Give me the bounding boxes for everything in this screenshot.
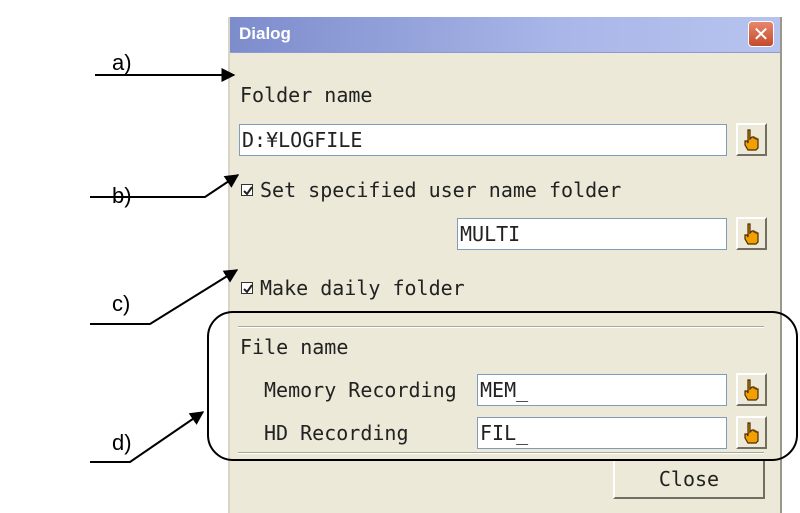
user-folder-field[interactable]: MULTI (457, 218, 727, 250)
annotation-b: b) (112, 183, 132, 208)
memory-recording-browse-button[interactable] (736, 373, 767, 406)
folder-name-label: Folder name (240, 83, 373, 107)
arrow-d (90, 411, 205, 463)
file-name-separator-top (238, 326, 764, 328)
hd-recording-label: HD Recording (264, 421, 409, 445)
folder-name-field[interactable]: D:¥LOGFILE (239, 124, 727, 156)
file-name-separator-bottom (238, 452, 764, 454)
daily-folder-checkbox[interactable] (241, 282, 253, 294)
user-folder-label: Set specified user name folder (260, 178, 622, 202)
hand-pointer-icon (744, 379, 759, 401)
memory-recording-label: Memory Recording (264, 378, 457, 402)
checkmark-icon (243, 284, 253, 294)
annotation-d: d) (112, 430, 132, 455)
user-folder-browse-button[interactable] (736, 217, 767, 250)
hand-pointer-icon (744, 129, 759, 151)
annotation-c: c) (112, 291, 131, 316)
user-folder-checkbox[interactable] (241, 184, 253, 196)
dialog-title: Dialog (239, 24, 291, 43)
checkmark-icon (243, 186, 253, 196)
hand-pointer-icon (744, 223, 759, 245)
close-window-button[interactable]: ✕ (748, 21, 774, 47)
title-bar: Dialog ✕ (230, 17, 780, 53)
dialog-window: Dialog ✕ Folder name D:¥LOGFILE Set spec… (228, 17, 782, 513)
hd-recording-browse-button[interactable] (736, 416, 767, 449)
annotation-a: a) (112, 50, 132, 75)
daily-folder-label: Make daily folder (260, 276, 465, 300)
close-button[interactable]: Close (613, 459, 765, 499)
folder-name-browse-button[interactable] (736, 123, 767, 156)
hd-recording-field[interactable]: FIL_ (477, 417, 727, 449)
memory-recording-field[interactable]: MEM_ (477, 374, 727, 406)
file-name-label: File name (240, 335, 349, 359)
hand-pointer-icon (744, 422, 759, 444)
